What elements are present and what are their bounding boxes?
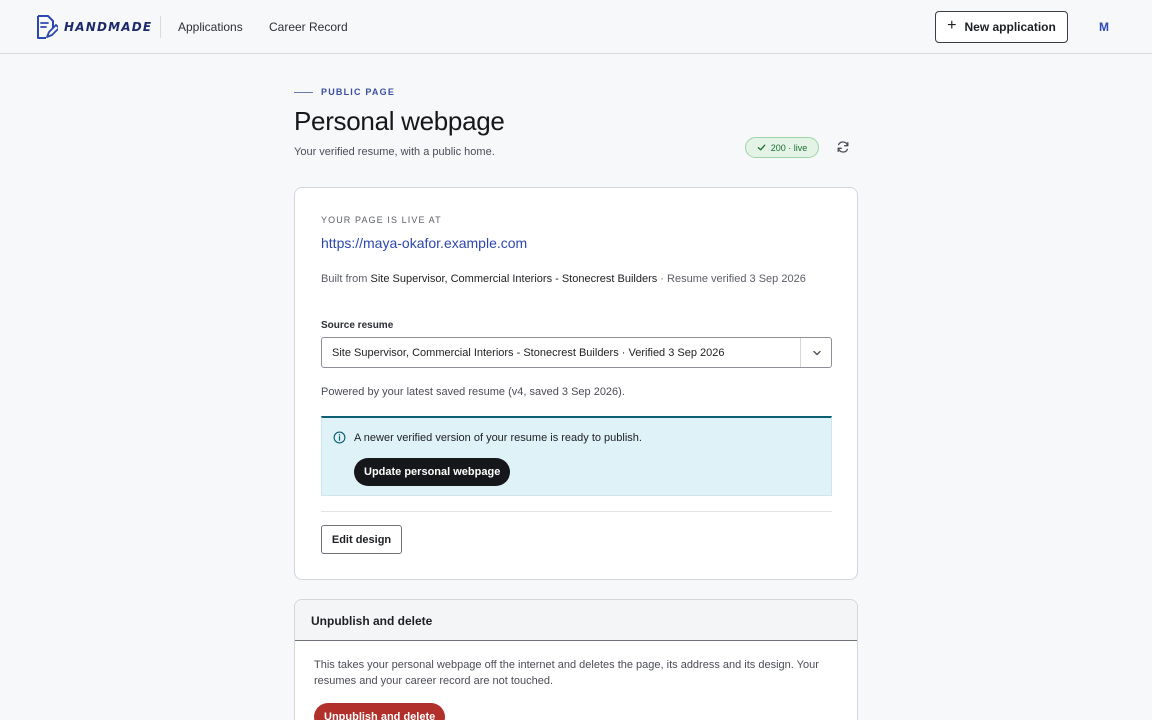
avatar[interactable]: M: [1090, 13, 1118, 41]
new-application-label: New application: [964, 20, 1056, 34]
powered-by-text: Powered by your latest saved resume (v4,…: [321, 386, 625, 398]
built-from-resume: Site Supervisor, Commercial Interiors - …: [370, 273, 658, 285]
edit-design-button[interactable]: Edit design: [321, 525, 402, 554]
unpublish-header: Unpublish and delete: [295, 600, 857, 641]
source-resume-label: Source resume: [321, 320, 394, 331]
pen-document-icon: [37, 15, 58, 39]
brand-logo[interactable]: HANDMADE: [34, 13, 152, 41]
new-application-button[interactable]: + New application: [935, 11, 1068, 43]
update-webpage-button[interactable]: Update personal webpage: [354, 458, 511, 486]
check-icon: [757, 144, 766, 151]
source-resume-value: Site Supervisor, Commercial Interiors - …: [332, 347, 725, 359]
unpublish-description: This takes your personal webpage off the…: [314, 659, 819, 687]
select-divider: [800, 338, 801, 367]
live-url-link[interactable]: https://maya-okafor.example.com: [321, 235, 527, 251]
built-from-text: Built from Site Supervisor, Commercial I…: [321, 271, 821, 287]
live-label: YOUR PAGE IS LIVE AT: [321, 215, 442, 225]
card-divider: [321, 511, 832, 512]
nav-career-record[interactable]: Career Record: [269, 20, 348, 34]
notice-text: A newer verified version of your resume …: [354, 432, 642, 444]
page-title: Personal webpage: [294, 106, 505, 136]
nav-divider: [160, 16, 161, 38]
top-bar: HANDMADE Applications Career Record + Ne…: [0, 0, 1152, 54]
brand-name: HANDMADE: [64, 20, 153, 34]
eyebrow-text: PUBLIC PAGE: [321, 87, 396, 97]
chevron-down-icon: [813, 350, 821, 356]
live-page-card: YOUR PAGE IS LIVE AT https://maya-okafor…: [294, 187, 858, 580]
update-notice: A newer verified version of your resume …: [321, 416, 832, 496]
refresh-icon: [837, 141, 849, 153]
eyebrow-line: [294, 91, 313, 93]
built-from-prefix: Built from: [321, 273, 371, 285]
nav-applications[interactable]: Applications: [178, 20, 243, 34]
status-badge: 200 · live: [745, 137, 819, 158]
info-icon: [333, 431, 346, 444]
eyebrow: PUBLIC PAGE: [294, 87, 395, 97]
page-subtitle: Your verified resume, with a public home…: [294, 146, 495, 158]
plus-icon: +: [947, 17, 957, 34]
unpublish-card: Unpublish and delete This takes your per…: [294, 599, 858, 720]
unpublish-delete-button[interactable]: Unpublish and delete: [314, 703, 446, 720]
status-text: 200 · live: [770, 142, 808, 153]
refresh-button[interactable]: [834, 138, 852, 156]
built-from-suffix: · Resume verified 3 Sep 2026: [657, 273, 806, 285]
unpublish-title: Unpublish and delete: [311, 614, 433, 628]
source-resume-select[interactable]: Site Supervisor, Commercial Interiors - …: [321, 337, 832, 368]
